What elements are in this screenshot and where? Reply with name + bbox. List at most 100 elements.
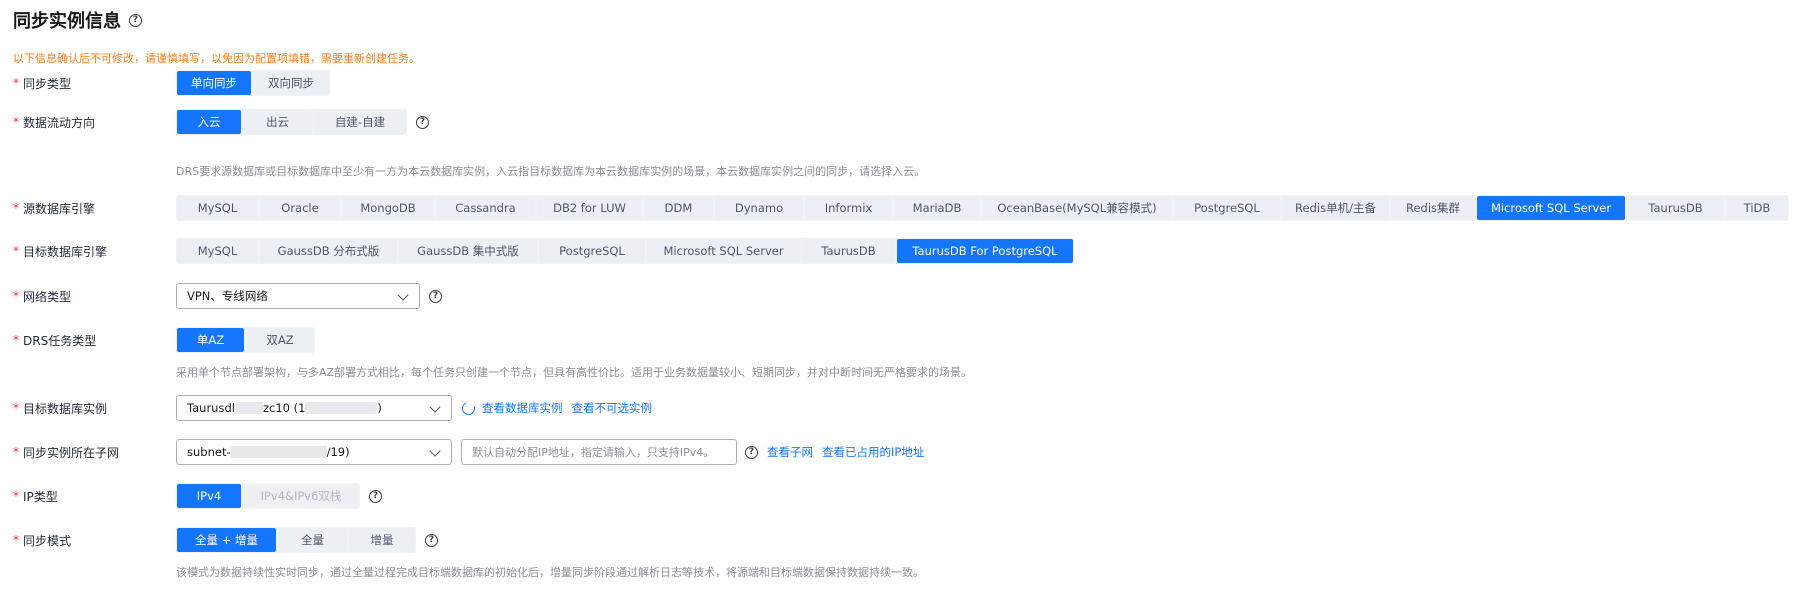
target-option-taurusdb-pg[interactable]: TaurusDB For PostgreSQL xyxy=(897,239,1073,263)
task-type-label: * DRS任务类型 xyxy=(13,333,97,348)
option-out-cloud[interactable]: 出云 xyxy=(243,110,312,134)
source-option-ddm[interactable]: DDM xyxy=(644,196,713,220)
source-option-oracle[interactable]: Oracle xyxy=(260,196,340,220)
option-one-way-sync[interactable]: 单向同步 xyxy=(177,71,251,95)
target-option-sqlserver[interactable]: Microsoft SQL Server xyxy=(647,239,800,263)
required-mark: * xyxy=(13,489,19,503)
target-engine-label: * 目标数据库引擎 xyxy=(13,244,108,259)
source-option-tidb[interactable]: TiDB xyxy=(1726,196,1788,220)
target-instance-prefix: Taurusdl xyxy=(187,401,235,415)
flow-direction-group: 入云 出云 自建-自建 xyxy=(176,109,407,135)
help-icon[interactable]: ? xyxy=(425,533,438,547)
source-option-informix[interactable]: Informix xyxy=(805,196,892,220)
ip-address-input[interactable]: 默认自动分配IP地址，指定请输入，只支持IPv4。 xyxy=(461,439,737,465)
help-icon[interactable]: ? xyxy=(416,115,429,129)
target-option-taurusdb[interactable]: TaurusDB xyxy=(802,239,895,263)
chevron-down-icon xyxy=(397,289,409,301)
subnet-prefix: subnet- xyxy=(187,445,231,459)
target-instance-row: * 目标数据库实例 Taurusdl zc10 (1 ) 查看数据库实例 查看不可… xyxy=(0,395,1819,421)
subnet-label: * 同步实例所在子网 xyxy=(13,445,120,460)
option-dual-az[interactable]: 双AZ xyxy=(246,328,314,352)
source-option-oceanbase[interactable]: OceanBase(MySQL兼容模式) xyxy=(982,196,1172,220)
target-option-mysql[interactable]: MySQL xyxy=(177,239,258,263)
source-engine-group: MySQL Oracle MongoDB Cassandra DB2 for L… xyxy=(176,195,1789,221)
target-instance-mid: zc10 (1 xyxy=(262,401,306,415)
source-option-redis-single[interactable]: Redis单机/主备 xyxy=(1282,196,1389,220)
option-to-cloud[interactable]: 入云 xyxy=(177,110,241,134)
source-option-mysql[interactable]: MySQL xyxy=(177,196,258,220)
flow-direction-row: * 数据流动方向 入云 出云 自建-自建 ? xyxy=(0,109,1819,135)
required-mark: * xyxy=(13,201,19,215)
help-icon[interactable]: ? xyxy=(429,289,442,303)
task-type-hint: 采用单个节点部署架构，与多AZ部署方式相比，每个任务只创建一个节点，但具有高性价… xyxy=(176,366,973,379)
target-option-postgresql[interactable]: PostgreSQL xyxy=(539,239,645,263)
source-option-postgresql[interactable]: PostgreSQL xyxy=(1174,196,1280,220)
help-icon[interactable]: ? xyxy=(745,445,758,459)
target-engine-row: * 目标数据库引擎 MySQL GaussDB 分布式版 GaussDB 集中式版… xyxy=(0,238,1819,264)
subnet-select[interactable]: subnet- /19) xyxy=(176,439,452,465)
page-header: 同步实例信息 ? xyxy=(13,6,142,34)
refresh-icon[interactable] xyxy=(460,399,477,417)
required-mark: * xyxy=(13,115,19,129)
help-icon[interactable]: ? xyxy=(369,489,382,503)
option-incremental[interactable]: 增量 xyxy=(349,528,415,552)
source-option-mariadb[interactable]: MariaDB xyxy=(894,196,980,220)
target-instance-suffix: ) xyxy=(377,401,382,415)
target-engine-group: MySQL GaussDB 分布式版 GaussDB 集中式版 PostgreS… xyxy=(176,238,1074,264)
source-option-sqlserver[interactable]: Microsoft SQL Server xyxy=(1477,196,1625,220)
subnet-suffix: /19) xyxy=(326,445,350,459)
flow-direction-label: * 数据流动方向 xyxy=(13,115,96,130)
source-option-taurusdb[interactable]: TaurusDB xyxy=(1627,196,1724,220)
network-type-label: * 网络类型 xyxy=(13,289,72,304)
ip-type-label: * IP类型 xyxy=(13,489,58,504)
source-option-redis-cluster[interactable]: Redis集群 xyxy=(1391,196,1475,220)
network-type-select[interactable]: VPN、专线网络 xyxy=(176,283,420,309)
target-option-gaussdb-centralized[interactable]: GaussDB 集中式版 xyxy=(399,239,537,263)
required-mark: * xyxy=(13,333,19,347)
required-mark: * xyxy=(13,533,19,547)
source-option-cassandra[interactable]: Cassandra xyxy=(436,196,535,220)
task-type-row: * DRS任务类型 单AZ 双AZ xyxy=(0,327,1819,353)
option-full[interactable]: 全量 xyxy=(278,528,347,552)
required-mark: * xyxy=(13,76,19,90)
view-unselectable-instances-link[interactable]: 查看不可选实例 xyxy=(572,400,653,416)
sync-mode-group: 全量 + 增量 全量 增量 xyxy=(176,527,416,553)
option-two-way-sync[interactable]: 双向同步 xyxy=(253,71,329,95)
warning-text: 以下信息确认后不可修改，请谨慎填写，以免因为配置项填错，需要重新创建任务。 xyxy=(13,52,420,65)
required-mark: * xyxy=(13,445,19,459)
masked-value xyxy=(305,402,378,414)
target-option-gaussdb-distributed[interactable]: GaussDB 分布式版 xyxy=(260,239,397,263)
option-single-az[interactable]: 单AZ xyxy=(177,328,244,352)
source-option-mongodb[interactable]: MongoDB xyxy=(342,196,434,220)
option-dual-stack: IPv4&IPv6双栈 xyxy=(243,484,359,508)
chevron-down-icon xyxy=(429,445,441,457)
source-option-db2[interactable]: DB2 for LUW xyxy=(537,196,642,220)
target-instance-label: * 目标数据库实例 xyxy=(13,401,108,416)
option-ipv4[interactable]: IPv4 xyxy=(177,484,241,508)
source-option-dynamo[interactable]: Dynamo xyxy=(715,196,803,220)
required-mark: * xyxy=(13,244,19,258)
sync-mode-row: * 同步模式 全量 + 增量 全量 增量 ? xyxy=(0,527,1819,553)
target-instance-select[interactable]: Taurusdl zc10 (1 ) xyxy=(176,395,452,421)
sync-mode-hint: 该模式为数据持续性实时同步，通过全量过程完成目标端数据库的初始化后，增量同步阶段… xyxy=(176,566,924,579)
view-used-ip-link[interactable]: 查看已占用的IP地址 xyxy=(822,444,924,460)
source-engine-label: * 源数据库引擎 xyxy=(13,201,96,216)
view-subnet-link[interactable]: 查看子网 xyxy=(767,444,813,460)
network-type-row: * 网络类型 VPN、专线网络 ? xyxy=(0,283,1819,309)
task-type-group: 单AZ 双AZ xyxy=(176,327,315,353)
page-title: 同步实例信息 xyxy=(13,11,121,32)
required-mark: * xyxy=(13,401,19,415)
help-icon[interactable]: ? xyxy=(129,13,142,27)
flow-direction-hint: DRS要求源数据库或目标数据库中至少有一方为本云数据库实例，入云指目标数据库为本… xyxy=(176,165,926,178)
view-db-instances-link[interactable]: 查看数据库实例 xyxy=(482,400,563,416)
chevron-down-icon xyxy=(429,401,441,413)
option-self-built[interactable]: 自建-自建 xyxy=(314,110,406,134)
subnet-row: * 同步实例所在子网 subnet- /19) 默认自动分配IP地址，指定请输入，… xyxy=(0,439,1819,465)
source-engine-row: * 源数据库引擎 MySQL Oracle MongoDB Cassandra D… xyxy=(0,195,1819,221)
network-type-value: VPN、专线网络 xyxy=(187,289,268,303)
option-full-incremental[interactable]: 全量 + 增量 xyxy=(177,528,276,552)
required-mark: * xyxy=(13,289,19,303)
ip-type-group: IPv4 IPv4&IPv6双栈 xyxy=(176,483,360,509)
ip-type-row: * IP类型 IPv4 IPv4&IPv6双栈 ? xyxy=(0,483,1819,509)
sync-type-label: * 同步类型 xyxy=(13,76,72,91)
